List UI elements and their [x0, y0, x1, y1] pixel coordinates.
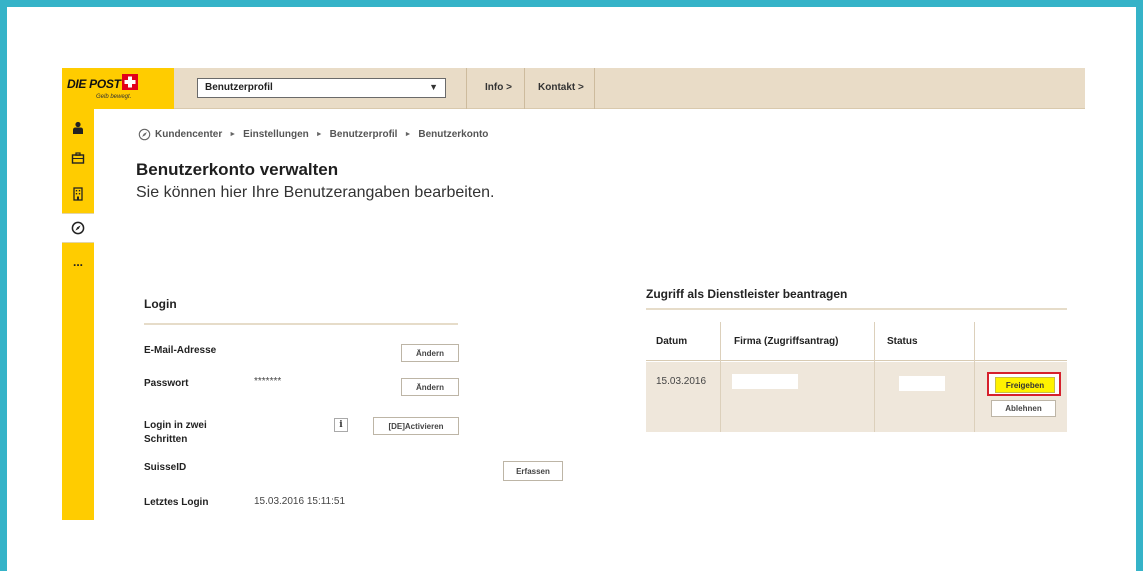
page-title: Benutzerkonto verwalten [136, 160, 339, 179]
last-login-value: 15.03.2016 15:11:51 [254, 496, 346, 507]
profile-select[interactable]: Benutzerprofil ▼ [197, 78, 446, 98]
table-row: 15.03.2016 Freigeben Ablehnen [646, 362, 1067, 432]
nav-contact-link[interactable]: Kontakt > [538, 82, 584, 93]
column-divider [720, 322, 721, 432]
briefcase-icon [71, 152, 85, 164]
password-value: ******* [254, 376, 282, 387]
approve-button[interactable]: Freigeben [995, 377, 1055, 393]
post-logo[interactable]: DIE POST Gelb bewegt. [62, 68, 174, 109]
column-header-company[interactable]: Firma (Zugriffsantrag) [734, 336, 838, 347]
more-icon: ... [72, 255, 83, 269]
breadcrumb: Kundencenter ► Einstellungen ► Benutzerp… [138, 128, 488, 141]
sidebar-item-briefcase[interactable] [62, 143, 94, 173]
page-subtitle: Sie können hier Ihre Benutzerangaben bea… [136, 184, 495, 201]
access-section-title: Zugriff als Dienstleister beantragen [646, 287, 848, 301]
activate-two-step-button[interactable]: [DE]Activieren [373, 417, 459, 435]
swiss-cross-icon [122, 74, 138, 90]
two-step-login-label: Login in zwei Schritten [144, 419, 207, 447]
change-password-button[interactable]: Ändern [401, 378, 459, 396]
breadcrumb-separator-icon: ► [315, 131, 323, 138]
column-header-date[interactable]: Datum [656, 336, 687, 347]
sidebar-item-settings[interactable] [62, 213, 94, 243]
breadcrumb-item[interactable]: Kundencenter [155, 129, 222, 140]
column-divider [874, 322, 875, 432]
change-email-button[interactable]: Ändern [401, 344, 459, 362]
nav-info-link[interactable]: Info > [485, 82, 512, 93]
person-icon [73, 121, 83, 134]
password-label: Passwort [144, 378, 189, 389]
email-label: E-Mail-Adresse [144, 345, 217, 356]
access-section-divider [646, 308, 1067, 310]
two-step-label-line: Schritten [144, 434, 188, 445]
profile-select-value: Benutzerprofil [205, 82, 273, 93]
two-step-label-line: Login in zwei [144, 420, 207, 431]
dropdown-arrow-icon: ▼ [429, 82, 438, 92]
sidebar-item-more[interactable]: ... [62, 247, 94, 277]
nav-divider [594, 68, 595, 109]
sidebar-item-person[interactable] [62, 113, 94, 143]
building-icon [73, 187, 83, 201]
table-header: Datum Firma (Zugriffsantrag) Status [646, 322, 1067, 361]
nav-divider [466, 68, 467, 109]
column-header-status[interactable]: Status [887, 336, 918, 347]
logo-text: DIE POST [67, 77, 121, 91]
redacted-status [899, 376, 945, 391]
redacted-company [732, 374, 798, 389]
compass-icon [71, 221, 85, 235]
sidebar: ... [62, 109, 94, 520]
request-date: 15.03.2016 [656, 376, 707, 387]
last-login-label: Letztes Login [144, 497, 209, 508]
column-divider [974, 322, 975, 432]
breadcrumb-item-current: Benutzerkonto [418, 129, 489, 140]
suisseid-label: SuisseID [144, 462, 187, 473]
logo-tagline: Gelb bewegt. [96, 94, 132, 100]
breadcrumb-separator-icon: ► [229, 131, 237, 138]
reject-button[interactable]: Ablehnen [991, 400, 1056, 417]
breadcrumb-separator-icon: ► [404, 131, 412, 138]
compass-icon [138, 128, 151, 141]
login-section-divider [144, 323, 458, 325]
sidebar-item-building[interactable] [62, 179, 94, 209]
login-section-title: Login [144, 297, 177, 311]
breadcrumb-item[interactable]: Benutzerprofil [330, 129, 398, 140]
breadcrumb-item[interactable]: Einstellungen [243, 129, 309, 140]
add-suisseid-button[interactable]: Erfassen [503, 461, 563, 481]
nav-divider [524, 68, 525, 109]
info-icon[interactable]: i [334, 418, 348, 432]
